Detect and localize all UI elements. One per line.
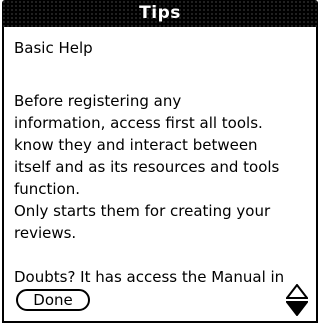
scroll-down-arrow-icon[interactable] (284, 301, 310, 317)
dialog-title-bar: Tips (2, 0, 318, 27)
help-heading: Basic Help (14, 39, 93, 57)
scroll-up-arrow-icon[interactable] (284, 283, 310, 299)
help-line: Before registering any (14, 92, 182, 110)
help-line: know they and interact between (14, 136, 258, 154)
help-line: information, access first all tools. (14, 114, 263, 132)
help-line: itself and as its resources and tools (14, 158, 280, 176)
help-line: reviews. (14, 224, 77, 242)
dialog-title: Tips (139, 3, 181, 23)
done-button[interactable]: Done (16, 289, 90, 311)
scroll-arrows-icon[interactable] (284, 283, 310, 317)
help-line: Only starts them for creating your (14, 202, 271, 220)
help-line: function. (14, 180, 81, 198)
help-text: Before registering any information, acce… (14, 90, 314, 288)
help-line: Doubts? It has access the Manual in (14, 268, 285, 286)
